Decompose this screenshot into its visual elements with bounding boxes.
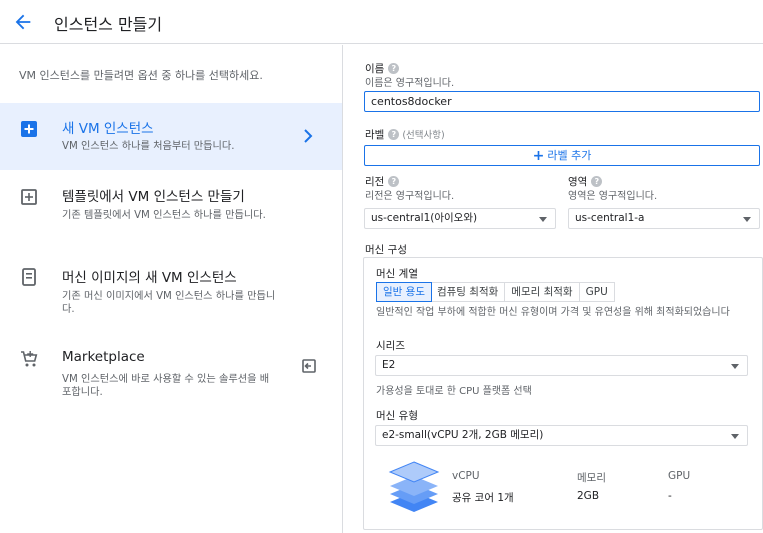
template-add-icon — [21, 189, 37, 205]
creation-options-panel: VM 인스턴스를 만들려면 옵션 중 하나를 선택하세요. 새 VM 인스턴스 … — [0, 45, 342, 533]
add-label-button[interactable]: + 라벨 추가 — [364, 145, 760, 166]
add-box-icon — [21, 121, 37, 137]
plus-icon: + — [532, 148, 545, 164]
series-desc: 가용성을 토대로 한 CPU 플랫폼 선택 — [376, 386, 532, 397]
region-select[interactable]: us-central1(아이오와) — [364, 208, 556, 229]
machine-config-label: 머신 구성 — [365, 244, 407, 256]
machine-family-desc: 일반적인 작업 부하에 적합한 머신 유형이며 가격 및 유연성을 위해 최적화… — [376, 307, 730, 318]
option-new-vm[interactable]: 새 VM 인스턴스 VM 인스턴스 하나를 처음부터 만듭니다. — [0, 103, 342, 170]
spec-vcpu-value: 공유 코어 1개 — [452, 492, 514, 504]
help-icon[interactable]: ? — [388, 129, 400, 140]
machine-family-label: 머신 계열 — [376, 268, 418, 280]
tab-memory-optimized[interactable]: 메모리 최적화 — [505, 283, 580, 301]
option-desc: 기존 템플릿에서 VM 인스턴스 하나를 만듭니다. — [62, 210, 266, 221]
series-label: 시리즈 — [376, 340, 405, 352]
page-title: 인스턴스 만들기 — [54, 15, 163, 34]
spec-vcpu-header: vCPU — [452, 470, 480, 482]
option-desc: VM 인스턴스에 바로 사용할 수 있는 솔루션을 배포합니다. — [62, 374, 270, 398]
machine-family-tabs: 일반 용도 컴퓨팅 최적화 메모리 최적화 GPU — [376, 282, 615, 302]
help-icon[interactable]: ? — [591, 176, 603, 187]
spec-gpu-value: - — [668, 490, 672, 502]
name-input[interactable] — [364, 91, 760, 112]
option-from-template[interactable]: 템플릿에서 VM 인스턴스 만들기 기존 템플릿에서 VM 인스턴스 하나를 만… — [0, 175, 342, 245]
tab-compute-optimized[interactable]: 컴퓨팅 최적화 — [431, 283, 506, 301]
page-header: 인스턴스 만들기 — [0, 0, 763, 44]
help-icon[interactable]: ? — [388, 63, 400, 74]
spec-memory-value: 2GB — [577, 490, 600, 502]
machine-image-icon — [22, 268, 36, 286]
spec-gpu-header: GPU — [668, 470, 691, 482]
caret-down-icon — [731, 433, 739, 439]
tab-gpu[interactable]: GPU — [580, 283, 614, 301]
machine-stack-icon — [388, 461, 440, 512]
instance-form: 이름? 이름은 영구적입니다. 라벨?(선택사항) +라벨 추가 리전? 리전은… — [343, 45, 763, 533]
tab-general-purpose[interactable]: 일반 용도 — [376, 282, 432, 302]
help-icon[interactable]: ? — [388, 176, 400, 187]
machine-type-select[interactable]: e2-small(vCPU 2개, 2GB 메모리) — [375, 425, 748, 446]
option-desc: 기존 머신 이미지에서 VM 인스턴스 하나를 만듭니다. — [62, 291, 276, 315]
open-external-icon[interactable] — [300, 357, 318, 375]
back-arrow-icon[interactable] — [12, 10, 34, 34]
labels-label: 라벨? (선택사항) — [365, 129, 445, 141]
option-from-machine-image[interactable]: 머신 이미지의 새 VM 인스턴스 기존 머신 이미지에서 VM 인스턴스 하나… — [0, 257, 342, 327]
option-title: 머신 이미지의 새 VM 인스턴스 — [62, 270, 237, 286]
option-title: Marketplace — [62, 349, 145, 365]
option-marketplace[interactable]: Marketplace VM 인스턴스에 바로 사용할 수 있는 솔루션을 배포… — [0, 339, 342, 409]
option-desc: VM 인스턴스 하나를 처음부터 만듭니다. — [62, 141, 235, 152]
zone-sub: 영역은 영구적입니다. — [568, 191, 658, 202]
options-intro: VM 인스턴스를 만들려면 옵션 중 하나를 선택하세요. — [19, 69, 263, 82]
caret-down-icon — [731, 363, 739, 369]
region-sub: 리전은 영구적입니다. — [365, 191, 455, 202]
chevron-right-icon — [304, 129, 313, 143]
cart-icon — [21, 351, 38, 367]
machine-config-card: 머신 계열 일반 용도 컴퓨팅 최적화 메모리 최적화 GPU 일반적인 작업 … — [363, 257, 763, 530]
spec-memory-header: 메모리 — [577, 472, 606, 484]
option-title: 템플릿에서 VM 인스턴스 만들기 — [62, 189, 245, 205]
caret-down-icon — [539, 216, 547, 222]
caret-down-icon — [743, 216, 751, 222]
name-sub: 이름은 영구적입니다. — [365, 78, 455, 89]
zone-select[interactable]: us-central1-a — [568, 208, 760, 229]
series-select[interactable]: E2 — [375, 355, 748, 376]
option-title: 새 VM 인스턴스 — [62, 121, 154, 137]
machine-type-label: 머신 유형 — [376, 410, 418, 422]
